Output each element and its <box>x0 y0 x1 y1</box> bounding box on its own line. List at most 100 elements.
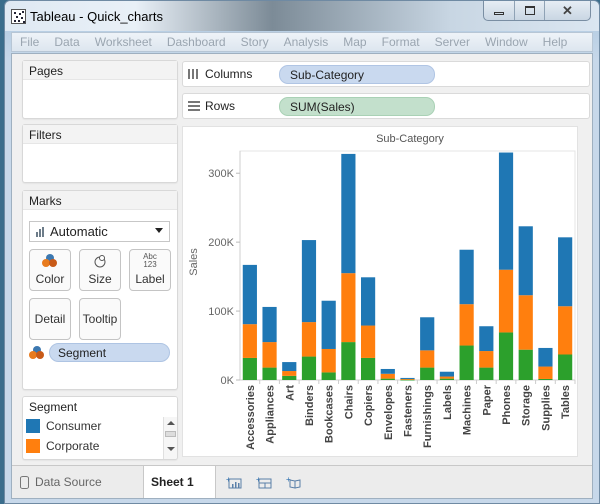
menu-window[interactable]: Window <box>477 35 535 49</box>
data-source-tab[interactable]: Data Source <box>12 466 144 498</box>
bar-segment-corporate[interactable] <box>420 350 435 368</box>
bar-segment-corporate[interactable] <box>341 273 356 343</box>
bar-segment-home-office[interactable] <box>439 378 455 380</box>
bar-segment-consumer[interactable] <box>558 237 573 307</box>
bar-segment-home-office[interactable] <box>420 367 435 380</box>
scroll-down-icon[interactable] <box>167 447 175 451</box>
bar-segment-corporate[interactable] <box>498 269 514 333</box>
bar-segment-consumer[interactable] <box>498 152 514 270</box>
bar-segment-consumer[interactable] <box>321 300 336 349</box>
bar-segment-consumer[interactable] <box>341 153 356 274</box>
filters-card[interactable]: Filters <box>22 124 178 183</box>
tooltip-button[interactable]: Tooltip <box>79 298 121 340</box>
bar-segment-home-office[interactable] <box>301 356 317 380</box>
bar-segment-corporate[interactable] <box>242 324 257 358</box>
sub-category-pill[interactable]: Sub-Category <box>279 64 435 84</box>
bar-segment-consumer[interactable] <box>459 249 474 305</box>
segment-legend: Segment Consumer Corporate <box>22 396 178 460</box>
bar-segment-home-office[interactable] <box>360 357 376 380</box>
menu-worksheet[interactable]: Worksheet <box>87 35 159 49</box>
bar-segment-home-office[interactable] <box>400 379 415 381</box>
bar-segment-corporate[interactable] <box>400 378 415 380</box>
maximize-button[interactable] <box>514 1 544 20</box>
detail-button[interactable]: Detail <box>29 298 71 340</box>
menu-dashboard[interactable]: Dashboard <box>159 35 233 49</box>
menu-map[interactable]: Map <box>335 35 373 49</box>
bar-segment-corporate[interactable] <box>301 322 317 357</box>
close-button[interactable]: ✕ <box>544 1 590 20</box>
bar-segment-home-office[interactable] <box>518 349 533 380</box>
bar-segment-consumer[interactable] <box>439 371 455 377</box>
menu-story[interactable]: Story <box>233 35 276 49</box>
bar-segment-consumer[interactable] <box>420 317 435 351</box>
x-tick-label: Binders <box>304 385 316 426</box>
bar-segment-consumer[interactable] <box>301 240 317 323</box>
bar-segment-corporate[interactable] <box>538 366 553 379</box>
bar-segment-corporate[interactable] <box>558 306 573 355</box>
bar-segment-home-office[interactable] <box>242 357 257 380</box>
bar-segment-consumer[interactable] <box>538 347 553 367</box>
mark-type-dropdown[interactable]: Automatic <box>29 221 170 242</box>
bar-segment-corporate[interactable] <box>380 373 395 379</box>
bar-segment-home-office[interactable] <box>341 342 356 380</box>
x-tick-label: Accessories <box>245 385 257 450</box>
bar-segment-corporate[interactable] <box>282 371 297 376</box>
label-button[interactable]: Abc 123 Label <box>129 249 171 291</box>
bar-segment-home-office[interactable] <box>282 375 297 380</box>
color-button[interactable]: Color <box>29 249 71 291</box>
legend-scrollbar[interactable] <box>163 417 177 459</box>
x-tick-label: Bookcases <box>324 385 336 443</box>
menu-help[interactable]: Help <box>535 35 575 49</box>
bar-segment-home-office[interactable] <box>262 367 277 380</box>
size-button[interactable]: Size <box>79 249 121 291</box>
x-tick-label: Storage <box>521 385 533 426</box>
bar-segment-corporate[interactable] <box>518 295 533 350</box>
bar-segment-consumer[interactable] <box>282 362 297 372</box>
columns-shelf[interactable]: Columns Sub-Category <box>182 61 590 87</box>
bar-segment-corporate[interactable] <box>360 325 376 358</box>
new-dashboard-icon[interactable]: + <box>256 476 272 489</box>
new-worksheet-icon[interactable]: + <box>226 476 242 489</box>
sheet-1-tab[interactable]: Sheet 1 <box>144 466 216 498</box>
bar-segment-consumer[interactable] <box>518 226 533 296</box>
minimize-button[interactable] <box>484 1 514 20</box>
color-label: Color <box>35 272 65 286</box>
x-tick-label: Supplies <box>540 385 552 431</box>
bar-segment-corporate[interactable] <box>439 376 455 379</box>
bar-segment-corporate[interactable] <box>459 304 474 346</box>
bar-segment-home-office[interactable] <box>558 354 573 380</box>
x-tick-label: Phones <box>501 385 513 425</box>
bar-segment-corporate[interactable] <box>262 342 277 368</box>
menu-data[interactable]: Data <box>46 35 86 49</box>
menu-server[interactable]: Server <box>427 35 477 49</box>
bar-segment-corporate[interactable] <box>321 348 336 373</box>
legend-item[interactable]: Corporate <box>23 436 177 456</box>
pages-card[interactable]: Pages <box>22 60 178 119</box>
segment-color-pill[interactable]: Segment <box>49 343 170 362</box>
sum-sales-pill[interactable]: SUM(Sales) <box>279 96 435 116</box>
scroll-up-icon[interactable] <box>167 421 175 425</box>
bar-segment-consumer[interactable] <box>262 306 277 343</box>
bar-segment-consumer[interactable] <box>360 277 376 326</box>
bar-segment-home-office[interactable] <box>538 378 553 380</box>
bar-segment-corporate[interactable] <box>479 351 494 368</box>
legend-item[interactable]: Consumer <box>23 416 177 436</box>
label-abc123-icon: Abc 123 <box>143 252 157 269</box>
bar-segment-home-office[interactable] <box>479 367 494 380</box>
bar-segment-home-office[interactable] <box>380 378 395 380</box>
bar-segment-consumer[interactable] <box>242 264 257 325</box>
menu-file[interactable]: File <box>12 35 46 49</box>
bar-segment-consumer[interactable] <box>479 326 494 352</box>
bar-segment-home-office[interactable] <box>498 332 514 380</box>
bar-segment-consumer[interactable] <box>380 368 395 374</box>
bar-segment-home-office[interactable] <box>321 372 336 380</box>
menu-analysis[interactable]: Analysis <box>276 35 336 49</box>
legend-label: Corporate <box>46 439 100 453</box>
detail-label: Detail <box>34 312 66 326</box>
bar-segment-home-office[interactable] <box>459 345 474 380</box>
scroll-thumb[interactable] <box>165 431 176 437</box>
rows-shelf[interactable]: Rows SUM(Sales) <box>182 93 590 119</box>
new-story-icon[interactable]: + <box>286 476 302 489</box>
bar-segment-consumer[interactable] <box>400 377 415 379</box>
menu-format[interactable]: Format <box>374 35 427 49</box>
